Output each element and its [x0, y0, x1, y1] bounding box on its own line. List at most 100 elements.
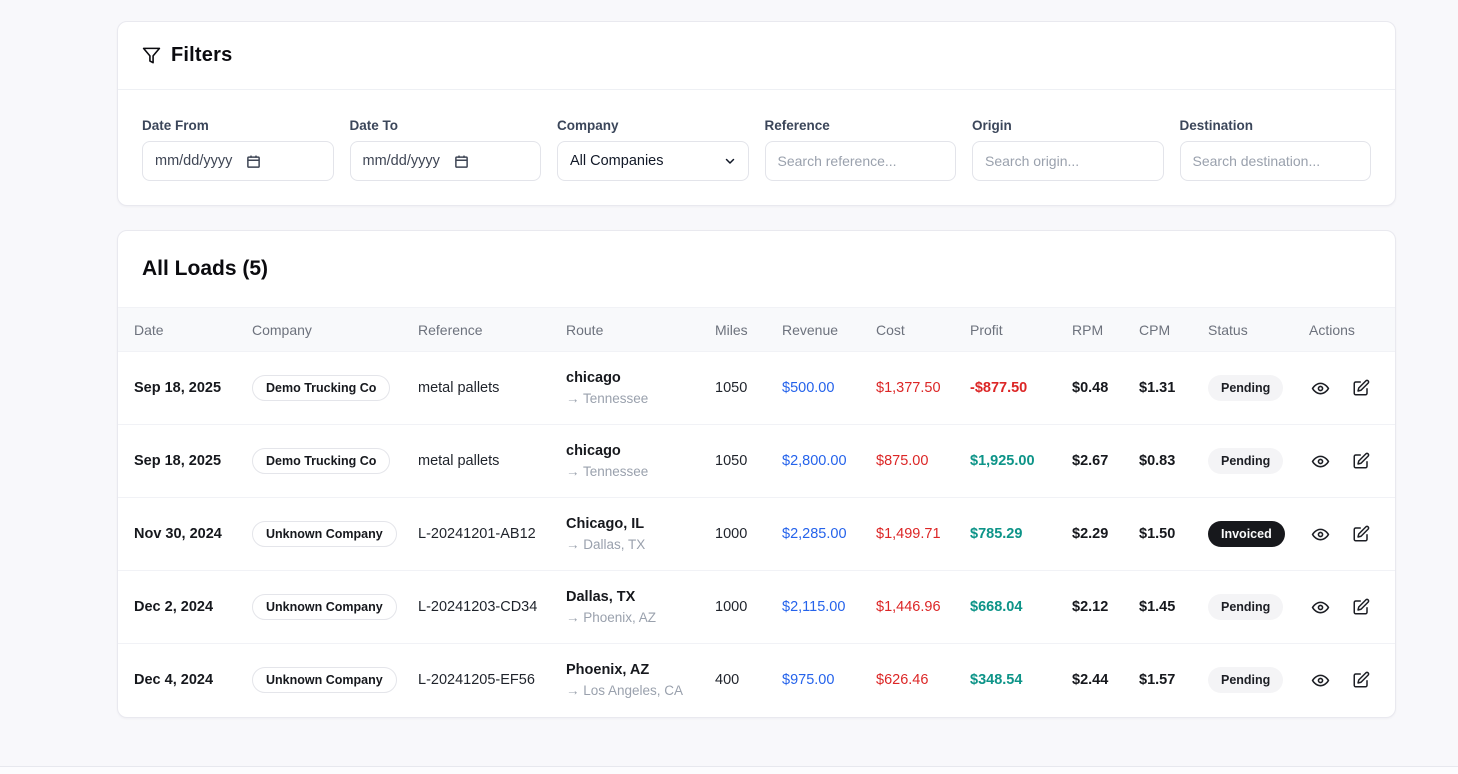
calendar-icon[interactable]: [454, 154, 469, 169]
loads-title: All Loads (5): [142, 257, 1371, 281]
edit-pencil-icon: [1352, 671, 1370, 689]
filters-title: Filters: [171, 44, 232, 67]
column-header-date: Date: [118, 308, 236, 352]
field-origin: Origin: [972, 118, 1164, 181]
load-profit: $785.29: [954, 498, 1056, 571]
edit-load-button[interactable]: [1350, 450, 1372, 472]
column-header-status: Status: [1192, 308, 1293, 352]
origin-search-input[interactable]: [972, 141, 1164, 181]
view-load-button[interactable]: [1309, 523, 1332, 546]
load-cpm: $0.83: [1123, 425, 1192, 498]
eye-icon: [1311, 452, 1330, 471]
load-profit: -$877.50: [954, 352, 1056, 425]
load-revenue: $500.00: [766, 352, 860, 425]
filters-body: Date From mm/dd/yyyy Date To mm/dd/yyyy: [118, 90, 1395, 205]
status-badge: Invoiced: [1208, 521, 1285, 547]
column-header-company: Company: [236, 308, 402, 352]
destination-search-input[interactable]: [1180, 141, 1372, 181]
edit-load-button[interactable]: [1350, 523, 1372, 545]
loads-table-body: Sep 18, 2025 Demo Trucking Co metal pall…: [118, 352, 1396, 717]
table-row: Sep 18, 2025 Demo Trucking Co metal pall…: [118, 352, 1396, 425]
table-row: Dec 2, 2024 Unknown Company L-20241203-C…: [118, 571, 1396, 644]
date-to-placeholder: mm/dd/yyyy: [363, 153, 440, 169]
field-company: Company All Companies: [557, 118, 749, 181]
company-badge: Demo Trucking Co: [252, 375, 390, 401]
route-origin: chicago: [566, 441, 691, 462]
company-select[interactable]: All Companies: [557, 141, 749, 181]
row-actions: [1309, 523, 1389, 546]
calendar-icon[interactable]: [246, 154, 261, 169]
load-revenue: $2,285.00: [766, 498, 860, 571]
view-load-button[interactable]: [1309, 377, 1332, 400]
load-cpm: $1.50: [1123, 498, 1192, 571]
load-date: Nov 30, 2024: [118, 498, 236, 571]
load-revenue: $2,800.00: [766, 425, 860, 498]
view-load-button[interactable]: [1309, 450, 1332, 473]
load-miles: 400: [699, 644, 766, 717]
edit-pencil-icon: [1352, 379, 1370, 397]
company-label: Company: [557, 118, 749, 133]
status-badge: Pending: [1208, 594, 1283, 620]
column-header-cpm: CPM: [1123, 308, 1192, 352]
load-rpm: $2.44: [1056, 644, 1123, 717]
date-from-input[interactable]: mm/dd/yyyy: [142, 141, 334, 181]
date-from-label: Date From: [142, 118, 334, 133]
load-reference: L-20241201-AB12: [402, 498, 550, 571]
date-to-input[interactable]: mm/dd/yyyy: [350, 141, 542, 181]
company-select-value: All Companies: [570, 153, 664, 169]
company-badge: Unknown Company: [252, 521, 397, 547]
column-header-profit: Profit: [954, 308, 1056, 352]
load-rpm: $0.48: [1056, 352, 1123, 425]
load-cost: $875.00: [860, 425, 954, 498]
loads-card-header: All Loads (5): [118, 231, 1395, 307]
load-cost: $1,499.71: [860, 498, 954, 571]
filters-card: Filters Date From mm/dd/yyyy Date To mm/…: [117, 21, 1396, 206]
load-date: Dec 4, 2024: [118, 644, 236, 717]
route-destination: → Phoenix, AZ: [566, 608, 691, 628]
load-cpm: $1.31: [1123, 352, 1192, 425]
destination-label: Destination: [1180, 118, 1372, 133]
eye-icon: [1311, 598, 1330, 617]
row-actions: [1309, 596, 1389, 619]
loads-table: Date Company Reference Route Miles Reven…: [118, 307, 1396, 717]
load-reference: L-20241205-EF56: [402, 644, 550, 717]
load-date: Dec 2, 2024: [118, 571, 236, 644]
table-row: Sep 18, 2025 Demo Trucking Co metal pall…: [118, 425, 1396, 498]
route-origin: chicago: [566, 368, 691, 389]
load-cpm: $1.57: [1123, 644, 1192, 717]
load-date: Sep 18, 2025: [118, 425, 236, 498]
company-badge: Demo Trucking Co: [252, 448, 390, 474]
status-badge: Pending: [1208, 667, 1283, 693]
company-badge: Unknown Company: [252, 667, 397, 693]
filters-card-header: Filters: [118, 22, 1395, 90]
edit-load-button[interactable]: [1350, 377, 1372, 399]
status-badge: Pending: [1208, 375, 1283, 401]
column-header-cost: Cost: [860, 308, 954, 352]
load-cost: $1,446.96: [860, 571, 954, 644]
edit-pencil-icon: [1352, 525, 1370, 543]
chevron-down-icon: [724, 155, 736, 167]
column-header-miles: Miles: [699, 308, 766, 352]
route-destination: → Tennessee: [566, 462, 691, 482]
filter-funnel-icon: [142, 46, 161, 65]
edit-load-button[interactable]: [1350, 669, 1372, 691]
reference-label: Reference: [765, 118, 957, 133]
edit-load-button[interactable]: [1350, 596, 1372, 618]
load-miles: 1000: [699, 498, 766, 571]
eye-icon: [1311, 671, 1330, 690]
row-actions: [1309, 669, 1389, 692]
load-date: Sep 18, 2025: [118, 352, 236, 425]
column-header-rpm: RPM: [1056, 308, 1123, 352]
date-from-placeholder: mm/dd/yyyy: [155, 153, 232, 169]
table-row: Nov 30, 2024 Unknown Company L-20241201-…: [118, 498, 1396, 571]
status-badge: Pending: [1208, 448, 1283, 474]
load-miles: 1050: [699, 425, 766, 498]
edit-pencil-icon: [1352, 598, 1370, 616]
view-load-button[interactable]: [1309, 669, 1332, 692]
column-header-actions: Actions: [1293, 308, 1396, 352]
reference-search-input[interactable]: [765, 141, 957, 181]
load-profit: $348.54: [954, 644, 1056, 717]
route-destination: → Dallas, TX: [566, 535, 691, 555]
view-load-button[interactable]: [1309, 596, 1332, 619]
row-actions: [1309, 377, 1389, 400]
